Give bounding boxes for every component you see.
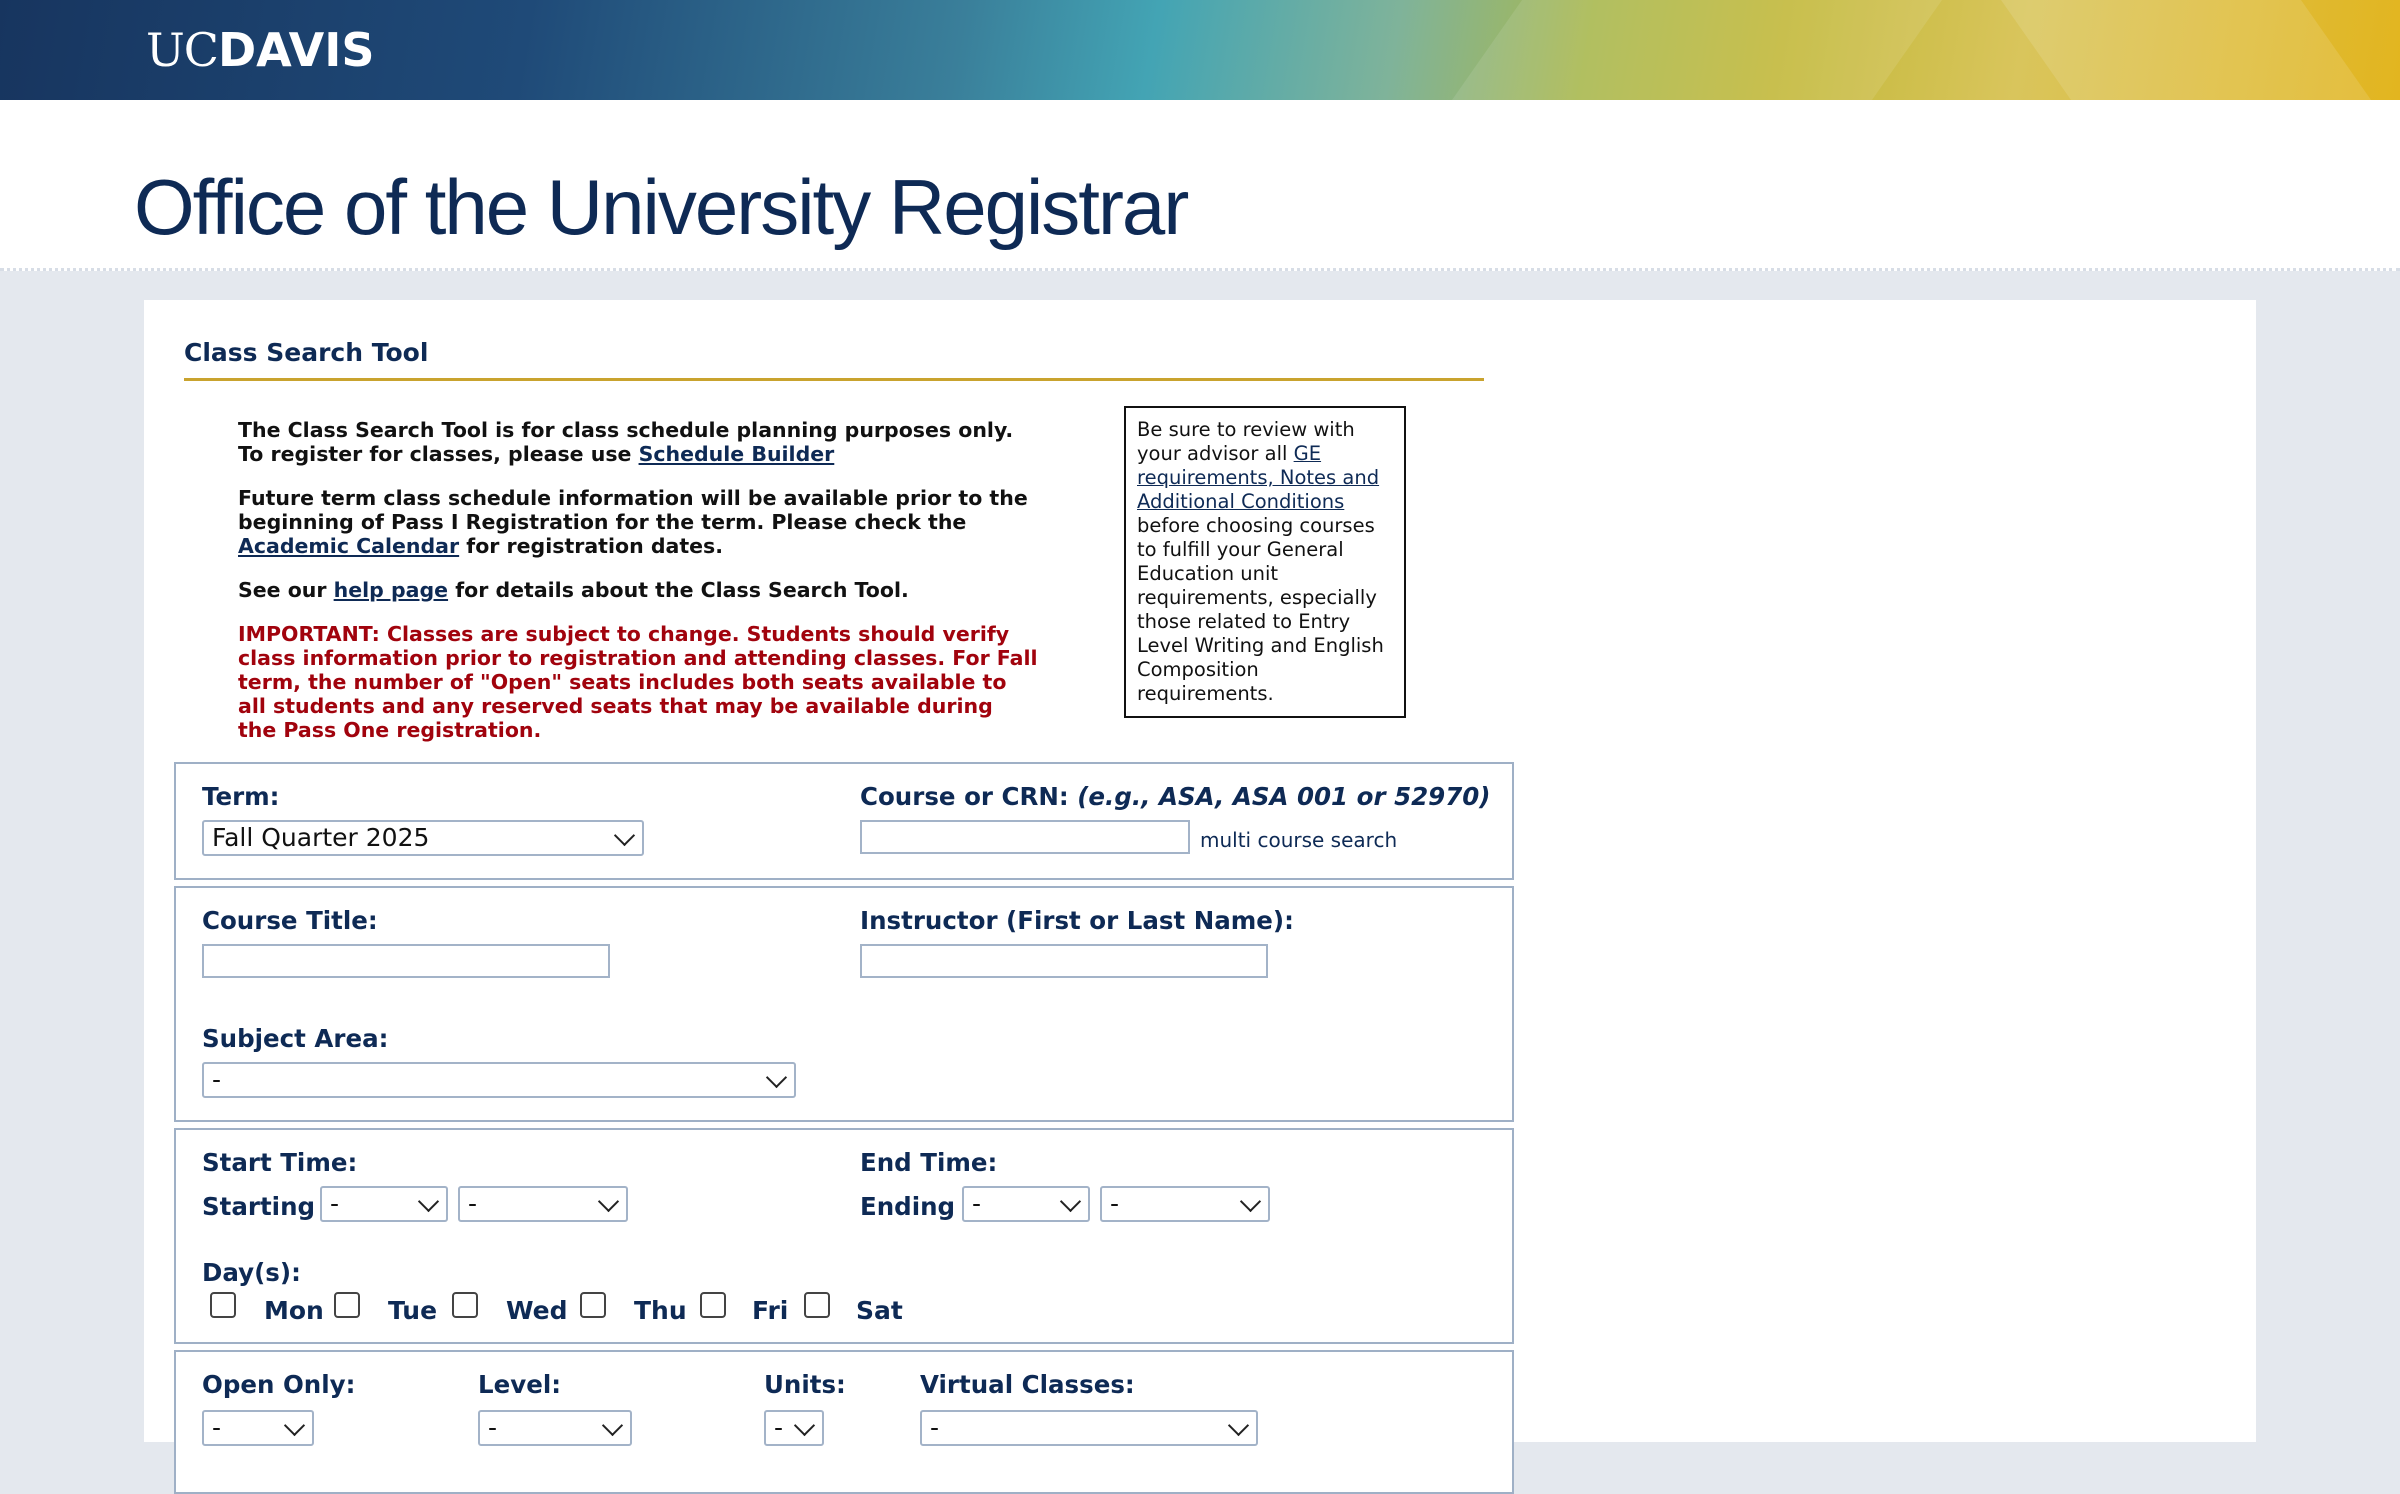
ucdavis-logo[interactable]: UCDAVIS [146,22,374,78]
term-course-fieldset: Term: Fall Quarter 2025 Course or CRN: (… [174,762,1514,880]
start-hour-select[interactable]: - [320,1186,448,1222]
level-label: Level: [478,1370,562,1399]
start-time-label: Start Time: [202,1148,358,1177]
end-hour-value: - [972,1189,982,1218]
term-label: Term: [202,782,280,811]
ge-notice-box: Be sure to review with your advisor all … [1124,406,1406,718]
chevron-down-icon [793,1414,816,1437]
help-page-link[interactable]: help page [334,578,448,602]
intro-text-1: The Class Search Tool is for class sched… [238,418,1014,466]
day-label-sat: Sat [856,1296,903,1325]
course-label-text: Course or CRN: [860,782,1069,811]
course-hint: (e.g., ASA, ASA 001 or 52970) [1077,782,1491,811]
open-only-value: - [212,1413,222,1442]
schedule-builder-link[interactable]: Schedule Builder [639,442,835,466]
chevron-down-icon [601,1414,624,1437]
chevron-down-icon [765,1066,788,1089]
academic-calendar-link[interactable]: Academic Calendar [238,534,459,558]
course-label: Course or CRN: (e.g., ASA, ASA 001 or 52… [860,782,1491,811]
intro-text-3b: for details about the Class Search Tool. [448,578,909,602]
important-notice: IMPORTANT: Classes are subject to change… [238,622,1038,742]
units-label: Units: [764,1370,846,1399]
virtual-classes-value: - [930,1413,940,1442]
filters-fieldset: Open Only: - Level: - Units: - Virtual C… [174,1350,1514,1494]
end-minute-select[interactable]: - [1100,1186,1270,1222]
course-title-label: Course Title: [202,906,378,935]
subject-area-value: - [212,1065,222,1094]
day-checkbox-mon[interactable] [210,1292,236,1318]
start-minute-value: - [468,1189,478,1218]
open-only-select[interactable]: - [202,1410,314,1446]
title-divider [184,378,1484,381]
intro-paragraph-2: Future term class schedule information w… [238,486,1038,558]
day-checkbox-sat[interactable] [804,1292,830,1318]
intro-text-2b: for registration dates. [459,534,724,558]
notice-text-2: before choosing courses to fulfill your … [1137,514,1384,705]
notice-text-1: Be sure to review with your advisor all [1137,418,1355,465]
banner-decoration [1409,0,1971,100]
intro-text: The Class Search Tool is for class sched… [238,418,1038,762]
units-value: - [774,1413,784,1442]
day-checkbox-fri[interactable] [700,1292,726,1318]
start-minute-select[interactable]: - [458,1186,628,1222]
day-checkbox-wed[interactable] [452,1292,478,1318]
day-checkbox-thu[interactable] [580,1292,606,1318]
intro-paragraph-1: The Class Search Tool is for class sched… [238,418,1038,466]
ending-label: Ending [860,1192,956,1221]
title-instructor-fieldset: Course Title: Instructor (First or Last … [174,886,1514,1122]
day-label-fri: Fri [752,1296,789,1325]
day-label-wed: Wed [506,1296,568,1325]
top-banner: UCDAVIS [0,0,2400,100]
days-label: Day(s): [202,1258,301,1287]
time-day-fieldset: Start Time: Starting - - End Time: Endin… [174,1128,1514,1344]
subject-area-label: Subject Area: [202,1024,389,1053]
intro-paragraph-3: See our help page for details about the … [238,578,1038,602]
open-only-label: Open Only: [202,1370,356,1399]
course-input[interactable] [860,820,1190,854]
start-hour-value: - [330,1189,340,1218]
course-title-input[interactable] [202,944,610,978]
chevron-down-icon [597,1190,620,1213]
class-search-panel: Class Search Tool The Class Search Tool … [144,300,2256,1494]
level-select[interactable]: - [478,1410,632,1446]
virtual-classes-label: Virtual Classes: [920,1370,1135,1399]
chevron-down-icon [283,1414,306,1437]
logo-davis: DAVIS [217,23,375,77]
instructor-input[interactable] [860,944,1268,978]
end-minute-value: - [1110,1189,1120,1218]
end-time-label: End Time: [860,1148,998,1177]
chevron-down-icon [1059,1190,1082,1213]
day-label-mon: Mon [264,1296,324,1325]
term-select[interactable]: Fall Quarter 2025 [202,820,644,856]
chevron-down-icon [417,1190,440,1213]
chevron-down-icon [1227,1414,1250,1437]
logo-uc: UC [146,23,219,77]
banner-decoration [1986,0,2400,100]
end-hour-select[interactable]: - [962,1186,1090,1222]
starting-label: Starting [202,1192,316,1221]
title-band: Office of the University Registrar [0,100,2400,271]
day-label-tue: Tue [388,1296,438,1325]
intro-text-2: Future term class schedule information w… [238,486,1028,534]
day-label-thu: Thu [634,1296,687,1325]
level-value: - [488,1413,498,1442]
instructor-label: Instructor (First or Last Name): [860,906,1294,935]
subject-area-select[interactable]: - [202,1062,796,1098]
chevron-down-icon [613,824,636,847]
virtual-classes-select[interactable]: - [920,1410,1258,1446]
page-title[interactable]: Office of the University Registrar [134,162,1189,253]
chevron-down-icon [1239,1190,1262,1213]
units-select[interactable]: - [764,1410,824,1446]
day-checkbox-tue[interactable] [334,1292,360,1318]
term-select-value: Fall Quarter 2025 [212,823,430,852]
section-title: Class Search Tool [184,338,429,367]
intro-text-3: See our [238,578,334,602]
multi-course-search-link[interactable]: multi course search [1200,828,1397,852]
